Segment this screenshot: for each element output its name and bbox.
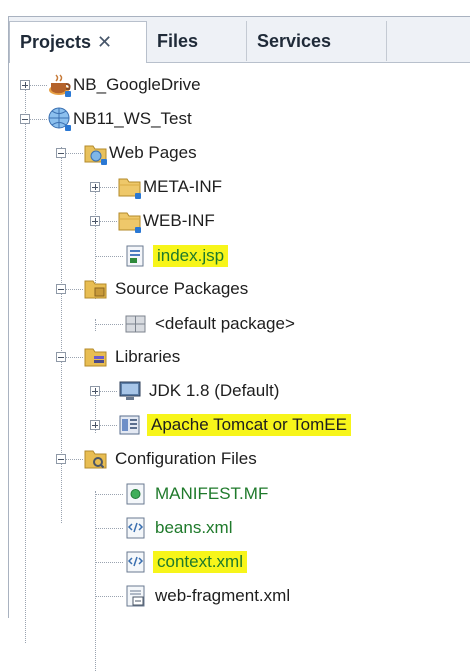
close-icon[interactable]: ✕ <box>97 32 112 52</box>
expand-toggle-meta-inf[interactable] <box>90 182 100 192</box>
xml-file-icon <box>123 549 149 575</box>
tree-label-meta-inf: META-INF <box>143 177 223 196</box>
tree-label-tomcat: Apache Tomcat or TomEE <box>147 414 351 436</box>
tree-node-tomcat[interactable]: Apache Tomcat or TomEE <box>117 410 351 440</box>
collapse-toggle-nb11-ws-test[interactable] <box>20 114 30 124</box>
tree-label-libraries: Libraries <box>115 347 181 366</box>
monitor-icon <box>117 378 143 404</box>
tab-projects-label: Projects <box>20 32 92 52</box>
tab-services-label: Services <box>257 31 332 51</box>
expand-toggle-web-inf[interactable] <box>90 216 100 226</box>
coffee-cup-project-icon <box>47 72 73 98</box>
tree-node-context-xml[interactable]: context.xml <box>123 547 247 577</box>
server-library-icon <box>117 412 143 438</box>
tab-files[interactable]: Files <box>147 21 247 61</box>
tree-node-config-files[interactable]: Configuration Files <box>83 444 257 474</box>
tree-node-libraries[interactable]: Libraries <box>83 342 180 372</box>
tree-node-nb-googledrive[interactable]: NB_GoogleDrive <box>47 70 201 100</box>
expand-toggle-tomcat[interactable] <box>90 420 100 430</box>
config-folder-icon <box>83 446 109 472</box>
tree-label-source-packages: Source Packages <box>115 279 249 298</box>
tree-label-nb-googledrive: NB_GoogleDrive <box>73 75 201 94</box>
folder-icon <box>117 208 143 234</box>
collapse-toggle-libraries[interactable] <box>56 352 66 362</box>
collapse-toggle-config-files[interactable] <box>56 454 66 464</box>
globe-project-icon <box>47 106 73 132</box>
tree-label-web-pages: Web Pages <box>109 143 197 162</box>
xml-file-icon <box>123 515 149 541</box>
tree-node-manifest[interactable]: MANIFEST.MF <box>123 479 268 509</box>
expand-toggle-nb-googledrive[interactable] <box>20 80 30 90</box>
tree-node-default-package[interactable]: <default package> <box>123 309 295 339</box>
tree-label-web-fragment-xml: web-fragment.xml <box>155 586 291 605</box>
tab-services[interactable]: Services <box>247 21 387 61</box>
tab-bar: Projects ✕ Files Services <box>9 17 470 63</box>
tree-node-nb11-ws-test[interactable]: NB11_WS_Test <box>47 104 192 134</box>
tab-projects[interactable]: Projects ✕ <box>9 21 147 63</box>
tree-node-web-inf[interactable]: WEB-INF <box>117 206 215 236</box>
tree-label-manifest: MANIFEST.MF <box>155 484 269 503</box>
tree-node-web-pages[interactable]: Web Pages <box>83 138 197 168</box>
tab-files-label: Files <box>157 31 199 51</box>
tree-node-source-packages[interactable]: Source Packages <box>83 274 248 304</box>
package-icon <box>123 311 149 337</box>
tree-label-config-files: Configuration Files <box>115 449 257 468</box>
collapse-toggle-web-pages[interactable] <box>56 148 66 158</box>
jsp-file-icon <box>123 243 149 269</box>
tree-node-index-jsp[interactable]: index.jsp <box>123 241 229 271</box>
tree-node-beans-xml[interactable]: beans.xml <box>123 513 232 543</box>
tree-label-default-package: <default package> <box>155 314 295 333</box>
tree-node-meta-inf[interactable]: META-INF <box>117 172 222 202</box>
web-pages-folder-icon <box>83 140 109 166</box>
libraries-folder-icon <box>83 344 109 370</box>
tree-label-jdk: JDK 1.8 (Default) <box>149 381 280 400</box>
tree-label-index-jsp: index.jsp <box>153 245 229 267</box>
manifest-file-icon <box>123 481 149 507</box>
tree-node-jdk[interactable]: JDK 1.8 (Default) <box>117 376 279 406</box>
tree-label-context-xml: context.xml <box>153 551 247 573</box>
expand-toggle-jdk[interactable] <box>90 386 100 396</box>
tree-label-web-inf: WEB-INF <box>143 211 215 230</box>
collapse-toggle-source-packages[interactable] <box>56 284 66 294</box>
project-tree: NB_GoogleDrive NB11_WS_Test Web Pages ME… <box>9 63 470 671</box>
tree-node-web-fragment-xml[interactable]: web-fragment.xml <box>123 581 290 611</box>
projects-panel: Projects ✕ Files Services NB_GoogleDrive… <box>8 16 470 671</box>
source-packages-folder-icon <box>83 276 109 302</box>
tree-label-nb11-ws-test: NB11_WS_Test <box>73 109 192 128</box>
folder-icon <box>117 174 143 200</box>
tree-label-beans-xml: beans.xml <box>155 518 233 537</box>
xml-config-file-icon <box>123 583 149 609</box>
